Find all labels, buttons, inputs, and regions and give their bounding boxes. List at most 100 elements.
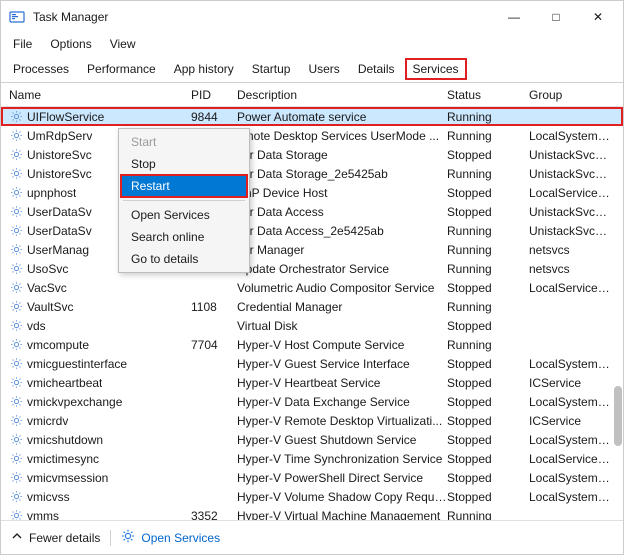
- column-headers[interactable]: Name PID Description Status Group: [1, 83, 623, 107]
- vertical-scrollbar[interactable]: [610, 106, 622, 517]
- col-pid[interactable]: PID: [191, 88, 237, 102]
- gear-icon: [9, 357, 23, 371]
- open-services-label: Open Services: [141, 531, 220, 545]
- menu-options[interactable]: Options: [42, 35, 99, 53]
- context-menu-item-stop[interactable]: Stop: [121, 153, 247, 175]
- table-row[interactable]: upnphostPnP Device HostStoppedLocalServi…: [1, 183, 623, 202]
- service-name: UnistoreSvc: [27, 148, 92, 162]
- service-status: Stopped: [447, 205, 529, 219]
- service-status: Stopped: [447, 471, 529, 485]
- table-row[interactable]: UsoSvc12696Update Orchestrator ServiceRu…: [1, 259, 623, 278]
- table-row[interactable]: UserDataSvser Data AccessStoppedUnistack…: [1, 202, 623, 221]
- service-pid: 7704: [191, 338, 237, 352]
- menubar: File Options View: [1, 33, 623, 55]
- table-row[interactable]: vmictimesyncHyper-V Time Synchronization…: [1, 449, 623, 468]
- tabbar: Processes Performance App history Startu…: [1, 55, 623, 83]
- gear-icon: [9, 300, 23, 314]
- col-description[interactable]: Description: [237, 88, 447, 102]
- col-group[interactable]: Group: [529, 88, 615, 102]
- service-name: vmictimesync: [27, 452, 99, 466]
- service-group: ICService: [529, 376, 615, 390]
- table-row[interactable]: vmickvpexchangeHyper-V Data Exchange Ser…: [1, 392, 623, 411]
- service-description: Hyper-V Heartbeat Service: [237, 376, 447, 390]
- gear-icon: [121, 529, 135, 546]
- tab-processes[interactable]: Processes: [5, 58, 77, 80]
- service-description: Hyper-V Guest Shutdown Service: [237, 433, 447, 447]
- service-status: Stopped: [447, 414, 529, 428]
- menu-file[interactable]: File: [5, 35, 40, 53]
- service-group: LocalSystemNe...: [529, 395, 615, 409]
- gear-icon: [9, 262, 23, 276]
- table-row[interactable]: vmicguestinterfaceHyper-V Guest Service …: [1, 354, 623, 373]
- service-description: emote Desktop Services UserMode ...: [237, 129, 447, 143]
- service-name: UnistoreSvc: [27, 167, 92, 181]
- service-description: Hyper-V Data Exchange Service: [237, 395, 447, 409]
- service-status: Running: [447, 243, 529, 257]
- service-group: netsvcs: [529, 243, 615, 257]
- table-row[interactable]: UnistoreSvcser Data Storage_2e5425abRunn…: [1, 164, 623, 183]
- service-name: vmms: [27, 509, 59, 521]
- table-row[interactable]: vmcompute7704Hyper-V Host Compute Servic…: [1, 335, 623, 354]
- service-group: LocalSystemNe...: [529, 471, 615, 485]
- service-name: upnphost: [27, 186, 76, 200]
- gear-icon: [9, 243, 23, 257]
- table-row[interactable]: vdsVirtual DiskStopped: [1, 316, 623, 335]
- service-group: LocalSystemNe...: [529, 490, 615, 504]
- context-menu-item-go-to-details[interactable]: Go to details: [121, 248, 247, 270]
- service-name: vmicvss: [27, 490, 70, 504]
- service-description: Hyper-V Host Compute Service: [237, 338, 447, 352]
- service-group: LocalServiceNe...: [529, 281, 615, 295]
- close-button[interactable]: ✕: [577, 2, 619, 32]
- context-menu[interactable]: StartStopRestart Open ServicesSearch onli…: [118, 128, 250, 273]
- context-menu-item-start: Start: [121, 131, 247, 153]
- context-menu-item-restart[interactable]: Restart: [121, 175, 247, 197]
- service-status: Stopped: [447, 281, 529, 295]
- table-row[interactable]: vmicheartbeatHyper-V Heartbeat ServiceSt…: [1, 373, 623, 392]
- maximize-button[interactable]: □: [535, 2, 577, 32]
- service-status: Stopped: [447, 357, 529, 371]
- gear-icon: [9, 395, 23, 409]
- table-row[interactable]: vmms3352Hyper-V Virtual Machine Manageme…: [1, 506, 623, 520]
- tab-app-history[interactable]: App history: [166, 58, 242, 80]
- table-row[interactable]: UserManagser ManagerRunningnetsvcs: [1, 240, 623, 259]
- tab-details[interactable]: Details: [350, 58, 403, 80]
- col-status[interactable]: Status: [447, 88, 529, 102]
- service-status: Running: [447, 338, 529, 352]
- gear-icon: [9, 376, 23, 390]
- tab-users[interactable]: Users: [300, 58, 347, 80]
- service-pid: 9844: [191, 110, 237, 124]
- tab-services[interactable]: Services: [405, 58, 467, 80]
- scroll-thumb[interactable]: [614, 386, 622, 446]
- table-row[interactable]: vmicshutdownHyper-V Guest Shutdown Servi…: [1, 430, 623, 449]
- gear-icon: [9, 281, 23, 295]
- table-row[interactable]: UnistoreSvcser Data StorageStoppedUnista…: [1, 145, 623, 164]
- context-menu-item-search-online[interactable]: Search online: [121, 226, 247, 248]
- table-row[interactable]: UmRdpServemote Desktop Services UserMode…: [1, 126, 623, 145]
- service-status: Stopped: [447, 319, 529, 333]
- service-description: Hyper-V Virtual Machine Management: [237, 509, 447, 521]
- table-row[interactable]: UserDataSvser Data Access_2e5425abRunnin…: [1, 221, 623, 240]
- table-row[interactable]: vmicvmsessionHyper-V PowerShell Direct S…: [1, 468, 623, 487]
- service-description: Credential Manager: [237, 300, 447, 314]
- service-name: vmicvmsession: [27, 471, 108, 485]
- gear-icon: [9, 319, 23, 333]
- menu-view[interactable]: View: [102, 35, 144, 53]
- service-status: Running: [447, 167, 529, 181]
- table-row[interactable]: VacSvcVolumetric Audio Compositor Servic…: [1, 278, 623, 297]
- context-menu-item-open-services[interactable]: Open Services: [121, 204, 247, 226]
- titlebar[interactable]: Task Manager — □ ✕: [1, 1, 623, 33]
- table-row[interactable]: vmicrdvHyper-V Remote Desktop Virtualiza…: [1, 411, 623, 430]
- table-row[interactable]: VaultSvc1108Credential ManagerRunning: [1, 297, 623, 316]
- tab-performance[interactable]: Performance: [79, 58, 164, 80]
- table-row[interactable]: vmicvssHyper-V Volume Shadow Copy Reque.…: [1, 487, 623, 506]
- col-name[interactable]: Name: [9, 88, 191, 102]
- service-group: UnistackSvcGro...: [529, 167, 615, 181]
- table-row[interactable]: UIFlowService9844Power Automate serviceR…: [1, 107, 623, 126]
- minimize-button[interactable]: —: [493, 2, 535, 32]
- fewer-details-button[interactable]: Fewer details: [11, 530, 100, 545]
- open-services-link[interactable]: Open Services: [121, 529, 220, 546]
- tab-startup[interactable]: Startup: [244, 58, 299, 80]
- service-status: Stopped: [447, 395, 529, 409]
- services-grid[interactable]: UIFlowService9844Power Automate serviceR…: [1, 107, 623, 520]
- service-group: LocalSystemNe...: [529, 357, 615, 371]
